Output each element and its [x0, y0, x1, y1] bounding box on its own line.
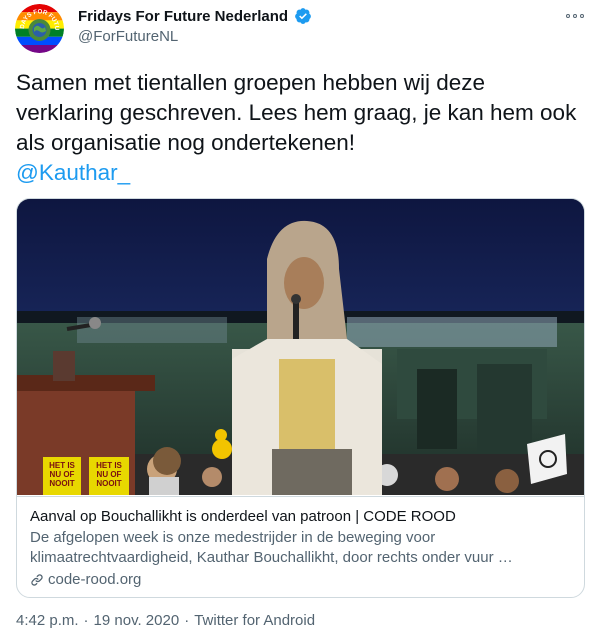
more-dot — [566, 14, 570, 18]
separator: · — [83, 612, 89, 629]
link-icon — [31, 574, 43, 586]
tweet: FRIDAYS FOR FUTURE Fridays For Future Ne… — [0, 0, 600, 634]
card-domain[interactable]: code-rood.org — [48, 570, 141, 590]
more-options-icon[interactable] — [560, 6, 590, 26]
sign-left: HET IS NU OF NOOIT — [49, 461, 75, 488]
card-photo — [17, 199, 584, 495]
link-card[interactable]: HET IS NU OF NOOIT HET IS NU OF NOOIT Aa… — [16, 198, 585, 598]
fff-logo-icon: FRIDAYS FOR FUTURE — [15, 4, 64, 53]
avatar[interactable]: FRIDAYS FOR FUTURE — [15, 4, 64, 53]
card-title[interactable]: Aanval op Bouchallikht is onderdeel van … — [30, 507, 571, 526]
more-dot — [580, 14, 584, 18]
author-name-row: Fridays For Future Nederland — [78, 7, 312, 25]
card-image[interactable]: HET IS NU OF NOOIT HET IS NU OF NOOIT — [17, 199, 584, 495]
more-dot — [573, 14, 577, 18]
card-meta[interactable]: Aanval op Bouchallikht is onderdeel van … — [17, 496, 584, 597]
separator: · — [184, 612, 190, 629]
author-handle[interactable]: @ForFutureNL — [78, 28, 178, 45]
tweet-time[interactable]: 4:42 p.m. — [16, 612, 79, 629]
card-domain-row: code-rood.org — [30, 570, 571, 590]
tweet-text: Samen met tientallen groepen hebben wij … — [16, 68, 586, 188]
card-description: De afgelopen week is onze medestrijder i… — [30, 529, 513, 566]
mention-link[interactable]: @Kauthar_ — [16, 158, 586, 188]
tweet-date[interactable]: 19 nov. 2020 — [94, 612, 180, 629]
author-display-name[interactable]: Fridays For Future Nederland — [78, 8, 288, 25]
sign-right: HET IS NU OF NOOIT — [96, 461, 122, 488]
tweet-source[interactable]: Twitter for Android — [194, 612, 315, 629]
tweet-body: Samen met tientallen groepen hebben wij … — [16, 70, 577, 155]
verified-badge-icon — [295, 8, 311, 24]
tweet-footer: 4:42 p.m. · 19 nov. 2020 · Twitter for A… — [16, 612, 315, 629]
